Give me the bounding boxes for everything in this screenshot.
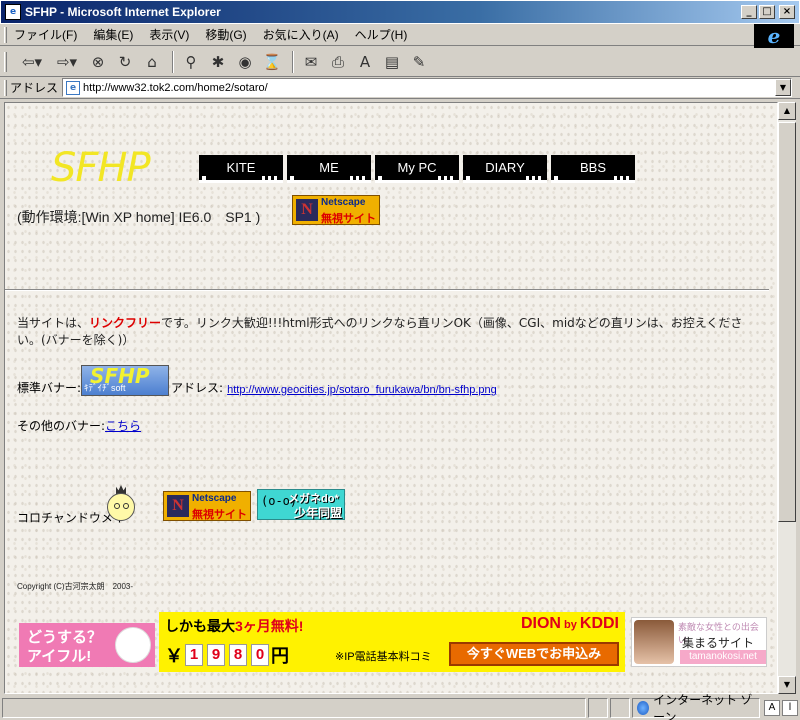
price-display: ￥ 1 9 8 0 円 [165, 644, 289, 667]
banner-url-link[interactable]: http://www.geocities.jp/sotaro_furukawa/… [227, 384, 497, 396]
vertical-scrollbar[interactable]: ▲ ▼ [778, 102, 796, 694]
menu-view[interactable]: 表示(V) [149, 26, 189, 43]
menu-help[interactable]: ヘルプ(H) [355, 26, 408, 43]
mail-icon[interactable]: ✉ [299, 51, 323, 73]
print-preview-icon[interactable]: ▤ [380, 51, 404, 73]
title-bar: e SFHP - Microsoft Internet Explorer _ □… [0, 0, 800, 24]
standard-banner-row: 標準バナー: SFHP ｷﾃﾞｲﾁﾞsoft アドレス: http://www.… [17, 364, 497, 396]
copyright: Copyright (C)古河宗太朗 2003- [17, 582, 134, 591]
minimize-button[interactable]: _ [741, 5, 757, 19]
address-url[interactable]: http://www32.tok2.com/home2/sotaro/ [83, 82, 775, 94]
status-text [2, 698, 586, 718]
favorites-icon[interactable]: ✱ [206, 51, 230, 73]
netscape-icon: N [296, 199, 318, 221]
ime-mode-icon[interactable]: A [764, 700, 780, 716]
media-icon[interactable]: ◉ [233, 51, 257, 73]
woman-photo [634, 620, 674, 664]
menu-grip[interactable] [4, 27, 7, 43]
address-input[interactable]: e http://www32.tok2.com/home2/sotaro/ ▼ [62, 78, 792, 97]
window-title: SFHP - Microsoft Internet Explorer [25, 5, 221, 19]
address-label: アドレス [10, 81, 59, 95]
ie-page-icon: e [5, 4, 21, 20]
security-zone: インターネット ゾーン [632, 693, 760, 720]
page-content: SFHP KITE ME My PC DIARY BBS (動作環境:[Win … [4, 102, 778, 694]
mascot-row: コロチャンドウメイ N Netscape 無視サイト (o-o) メガネdo* … [17, 483, 417, 543]
mascot-icon [105, 485, 139, 521]
nav-kite[interactable]: KITE [199, 155, 283, 183]
ime-pad-icon[interactable]: l [782, 700, 798, 716]
scroll-up-icon[interactable]: ▲ [778, 102, 796, 120]
page-icon: e [66, 80, 81, 95]
other-banners-link[interactable]: こちら [105, 419, 141, 433]
scroll-down-icon[interactable]: ▼ [778, 676, 796, 694]
netscape-badge[interactable]: N Netscape 無視サイト [292, 195, 380, 225]
dog-icon [115, 627, 151, 663]
address-bar: アドレス e http://www32.tok2.com/home2/sotar… [0, 77, 800, 99]
megane-banner[interactable]: (o-o) メガネdo* 少年同盟 [257, 489, 345, 520]
ie-logo-icon: e [754, 24, 794, 48]
nav-diary[interactable]: DIARY [463, 155, 547, 183]
menu-file[interactable]: ファイル(F) [14, 26, 77, 43]
menu-go[interactable]: 移動(G) [205, 26, 246, 43]
sfhp-banner-image[interactable]: SFHP ｷﾃﾞｲﾁﾞsoft [81, 364, 170, 396]
stop-icon[interactable]: ⊗ [86, 51, 110, 73]
site-logo: SFHP [51, 145, 151, 191]
toolbar: ⇦▾ ⇨▾ ⊗ ↻ ⌂ ⚲ ✱ ◉ ⌛ ✉ ⎙ A ▤ ✎ [0, 47, 800, 77]
menu-favorites[interactable]: お気に入り(A) [263, 26, 339, 43]
dion-ad[interactable]: しかも最大3ヶ月無料! DION by KDDI ￥ 1 9 8 0 円 ※IP… [159, 612, 625, 672]
edit-icon[interactable]: ✎ [407, 51, 431, 73]
back-icon[interactable]: ⇦▾ [16, 51, 48, 73]
divider [5, 289, 769, 291]
netscape-icon: N [167, 495, 189, 517]
banner-address-label: アドレス: [171, 381, 224, 395]
status-bar: インターネット ゾーン A l [0, 693, 800, 720]
netscape-badge-2[interactable]: N Netscape 無視サイト [163, 491, 251, 521]
environment-text: (動作環境:[Win XP home] IE6.0 SP1 ) [17, 209, 261, 225]
link-free-highlight: リンクフリー [89, 316, 162, 330]
banner-label: 標準バナー: [17, 381, 82, 395]
site-nav: KITE ME My PC DIARY BBS [199, 155, 639, 183]
forward-icon[interactable]: ⇨▾ [51, 51, 83, 73]
tamanokosi-ad[interactable]: 素敵な女性との出会い 集まるサイト tamanokosi.net [631, 617, 767, 667]
aiful-ad[interactable]: どうする？ アイフル! [19, 623, 155, 667]
toolbar-separator [172, 50, 174, 73]
nav-me[interactable]: ME [287, 155, 371, 183]
home-icon[interactable]: ⌂ [140, 51, 164, 73]
close-button[interactable]: × [779, 5, 795, 19]
other-banners: その他のバナー:こちら [17, 419, 142, 433]
font-size-icon[interactable]: A [353, 51, 377, 73]
search-icon[interactable]: ⚲ [179, 51, 203, 73]
menu-bar: ファイル(F) 編集(E) 表示(V) 移動(G) お気に入り(A) ヘルプ(H… [0, 24, 800, 46]
globe-icon [637, 701, 650, 715]
history-icon[interactable]: ⌛ [260, 51, 284, 73]
print-icon[interactable]: ⎙ [326, 51, 350, 73]
nav-bbs[interactable]: BBS [551, 155, 635, 183]
menu-edit[interactable]: 編集(E) [93, 26, 133, 43]
nav-mypc[interactable]: My PC [375, 155, 459, 183]
toolbar-separator [292, 50, 294, 73]
link-policy: 当サイトは、リンクフリーです。リンク大歓迎!!!html形式へのリンクなら直リン… [17, 316, 743, 347]
address-dropdown-icon[interactable]: ▼ [775, 79, 791, 96]
address-grip[interactable] [4, 79, 7, 96]
refresh-icon[interactable]: ↻ [113, 51, 137, 73]
maximize-button[interactable]: □ [759, 5, 775, 19]
apply-button[interactable]: 今すぐWEBでお申込み [449, 642, 619, 666]
scroll-thumb[interactable] [778, 122, 796, 522]
toolbar-grip[interactable] [4, 52, 7, 72]
